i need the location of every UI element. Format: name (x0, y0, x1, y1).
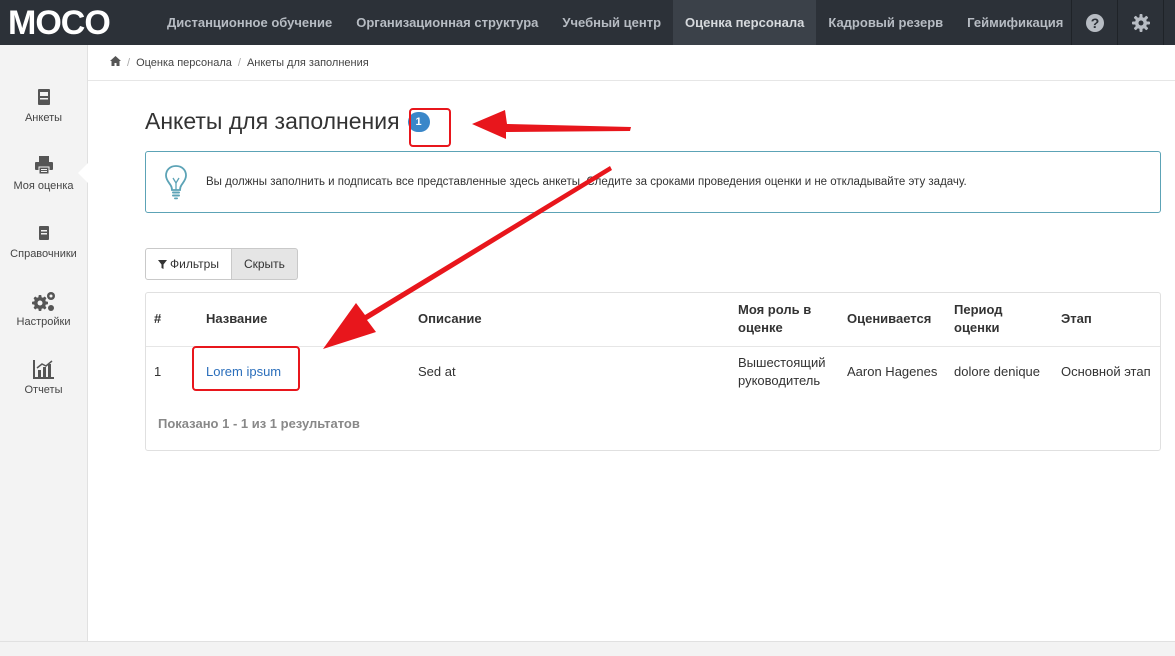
alert-text: Вы должны заполнить и подписать все пред… (206, 176, 967, 188)
header-name[interactable]: Название (206, 310, 267, 328)
link-highlight-box (192, 346, 300, 391)
header-stage[interactable]: Этап (1061, 310, 1092, 328)
sidebar-item-settings[interactable]: Настройки (0, 275, 87, 343)
badge-highlight-box (409, 108, 451, 147)
breadcrumb-link-personnel-assessment[interactable]: Оценка персонала (136, 57, 232, 69)
chart-icon (32, 358, 55, 380)
nav-item-talent-pool[interactable]: Кадровый резерв (816, 0, 955, 45)
svg-text:MOCO: MOCO (8, 7, 110, 39)
arrow-to-badge (472, 110, 631, 139)
page-header: Анкеты для заполнения 1 (145, 108, 430, 135)
info-alert: Вы должны заполнить и подписать все пред… (145, 151, 1161, 213)
sidebar-item-label: Моя оценка (13, 180, 74, 192)
settings-button[interactable] (1117, 0, 1163, 45)
nav-overflow-edge (1163, 0, 1175, 45)
nav-item-org-structure[interactable]: Организационная структура (344, 0, 550, 45)
filters-button-label: Фильтры (170, 257, 219, 271)
header-evaluated[interactable]: Оценивается (847, 310, 931, 328)
sidebar-item-reports[interactable]: Отчеты (0, 343, 87, 411)
hide-button-label: Скрыть (243, 257, 285, 271)
sidebar-item-label: Справочники (10, 248, 77, 260)
cell-period: dolore denique (954, 364, 1041, 379)
notebook-icon (37, 222, 51, 244)
breadcrumb: / Оценка персонала / Анкеты для заполнен… (88, 45, 1175, 81)
results-summary: Показано 1 - 1 из 1 результатов (158, 416, 360, 431)
nav-item-gamification[interactable]: Геймификация (955, 0, 1075, 45)
filters-button[interactable]: Фильтры (145, 248, 232, 280)
question-circle-icon: ? (1085, 13, 1104, 32)
cell-description: Sed at (418, 364, 456, 379)
book-icon (36, 86, 52, 108)
cell-num: 1 (154, 364, 162, 379)
sidebar-item-directories[interactable]: Справочники (0, 207, 87, 275)
nav-item-personnel-assessment[interactable]: Оценка персонала (673, 0, 817, 45)
top-navbar: MOCO Дистанционное обучение Организацион… (0, 0, 1175, 45)
sidebar-item-label: Настройки (16, 316, 71, 328)
sidebar-item-my-assessment[interactable]: Моя оценка (0, 139, 88, 207)
header-period-line1: Период (954, 302, 1003, 317)
moco-logo[interactable]: MOCO (0, 0, 155, 45)
cell-role: Вышестоящий руководитель (738, 354, 825, 390)
filter-icon (158, 259, 167, 269)
page-title: Анкеты для заполнения (145, 108, 400, 134)
cell-stage: Основной этап (1061, 364, 1151, 379)
cell-role-line1: Вышестоящий (738, 355, 826, 370)
sidebar: Анкеты Моя оценка Справочники Настройки … (0, 45, 88, 641)
cell-evaluated: Aaron Hagenes (847, 364, 938, 379)
home-icon[interactable] (110, 56, 121, 69)
filter-button-group: Фильтры Скрыть (145, 248, 298, 280)
main-nav: Дистанционное обучение Организационная с… (155, 0, 1075, 45)
header-period-line2: оценки (954, 320, 1000, 335)
sidebar-item-label: Анкеты (24, 112, 63, 124)
gear-icon (1131, 13, 1150, 32)
sidebar-item-label: Отчеты (24, 384, 63, 396)
help-button[interactable]: ? (1071, 0, 1117, 45)
header-period[interactable]: Период оценки (954, 301, 1003, 337)
header-description[interactable]: Описание (418, 310, 482, 328)
sidebar-item-questionnaires[interactable]: Анкеты (0, 71, 87, 139)
printer-icon (34, 154, 54, 176)
header-role-line1: Моя роль в (738, 302, 812, 317)
cell-role-line2: руководитель (738, 373, 821, 388)
svg-text:?: ? (1090, 15, 1099, 31)
footer-bar (0, 641, 1175, 656)
header-role[interactable]: Моя роль в оценке (738, 301, 811, 337)
hide-button[interactable]: Скрыть (231, 248, 298, 280)
gears-icon (31, 290, 57, 312)
header-role-line2: оценке (738, 320, 783, 335)
nav-item-training-center[interactable]: Учебный центр (550, 0, 673, 45)
nav-item-distance-learning[interactable]: Дистанционное обучение (155, 0, 344, 45)
header-num[interactable]: # (154, 310, 161, 328)
breadcrumb-current: Анкеты для заполнения (246, 56, 369, 69)
lightbulb-icon (146, 164, 206, 200)
